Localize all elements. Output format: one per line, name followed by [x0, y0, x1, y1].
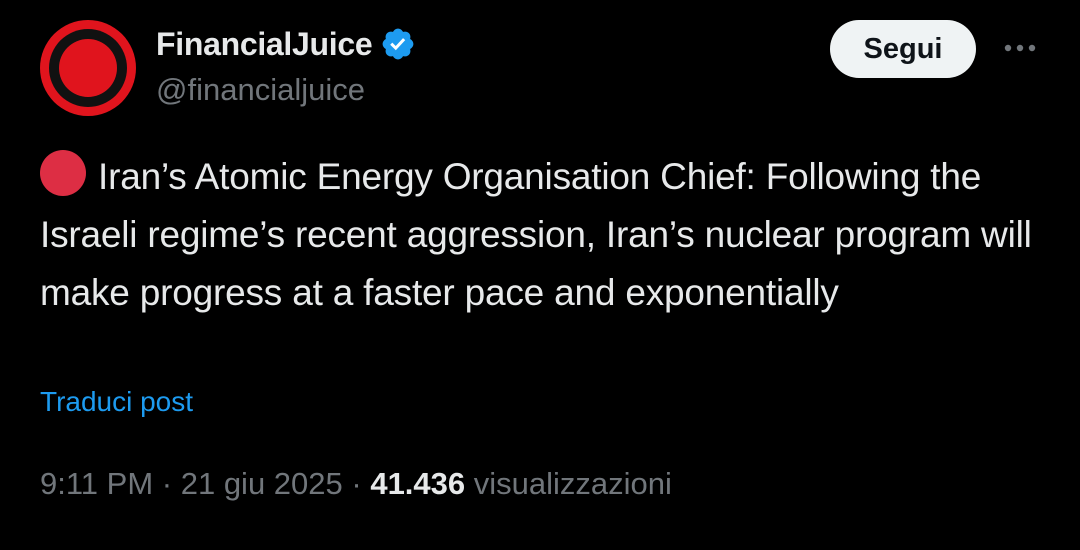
- tweet-card: FinancialJuice @financialjuice Segui Ira…: [0, 0, 1080, 550]
- author-display-name[interactable]: FinancialJuice: [156, 26, 373, 63]
- translate-post-link[interactable]: Traduci post: [40, 386, 193, 418]
- meta-separator: ·: [342, 466, 371, 501]
- avatar[interactable]: [40, 20, 136, 116]
- more-dots-icon[interactable]: [1000, 30, 1040, 66]
- verified-badge-icon: [380, 26, 416, 62]
- author-handle[interactable]: @financialjuice: [156, 72, 365, 108]
- post-text: Iran’s Atomic Energy Organisation Chief:…: [40, 156, 1032, 313]
- red-circle-emoji-icon: [40, 150, 86, 196]
- author-name-row: FinancialJuice: [156, 24, 416, 64]
- follow-button[interactable]: Segui: [830, 20, 976, 78]
- avatar-core: [59, 39, 117, 97]
- views-label: visualizzazioni: [473, 466, 672, 501]
- post-date[interactable]: 21 giu 2025: [181, 466, 343, 501]
- post-meta: 9:11 PM · 21 giu 2025 · 41.436 visualizz…: [40, 466, 672, 502]
- post-text-container: Iran’s Atomic Energy Organisation Chief:…: [40, 148, 1040, 322]
- post-time[interactable]: 9:11 PM: [40, 466, 153, 501]
- views-count: 41.436: [370, 466, 466, 501]
- meta-separator: ·: [153, 466, 181, 501]
